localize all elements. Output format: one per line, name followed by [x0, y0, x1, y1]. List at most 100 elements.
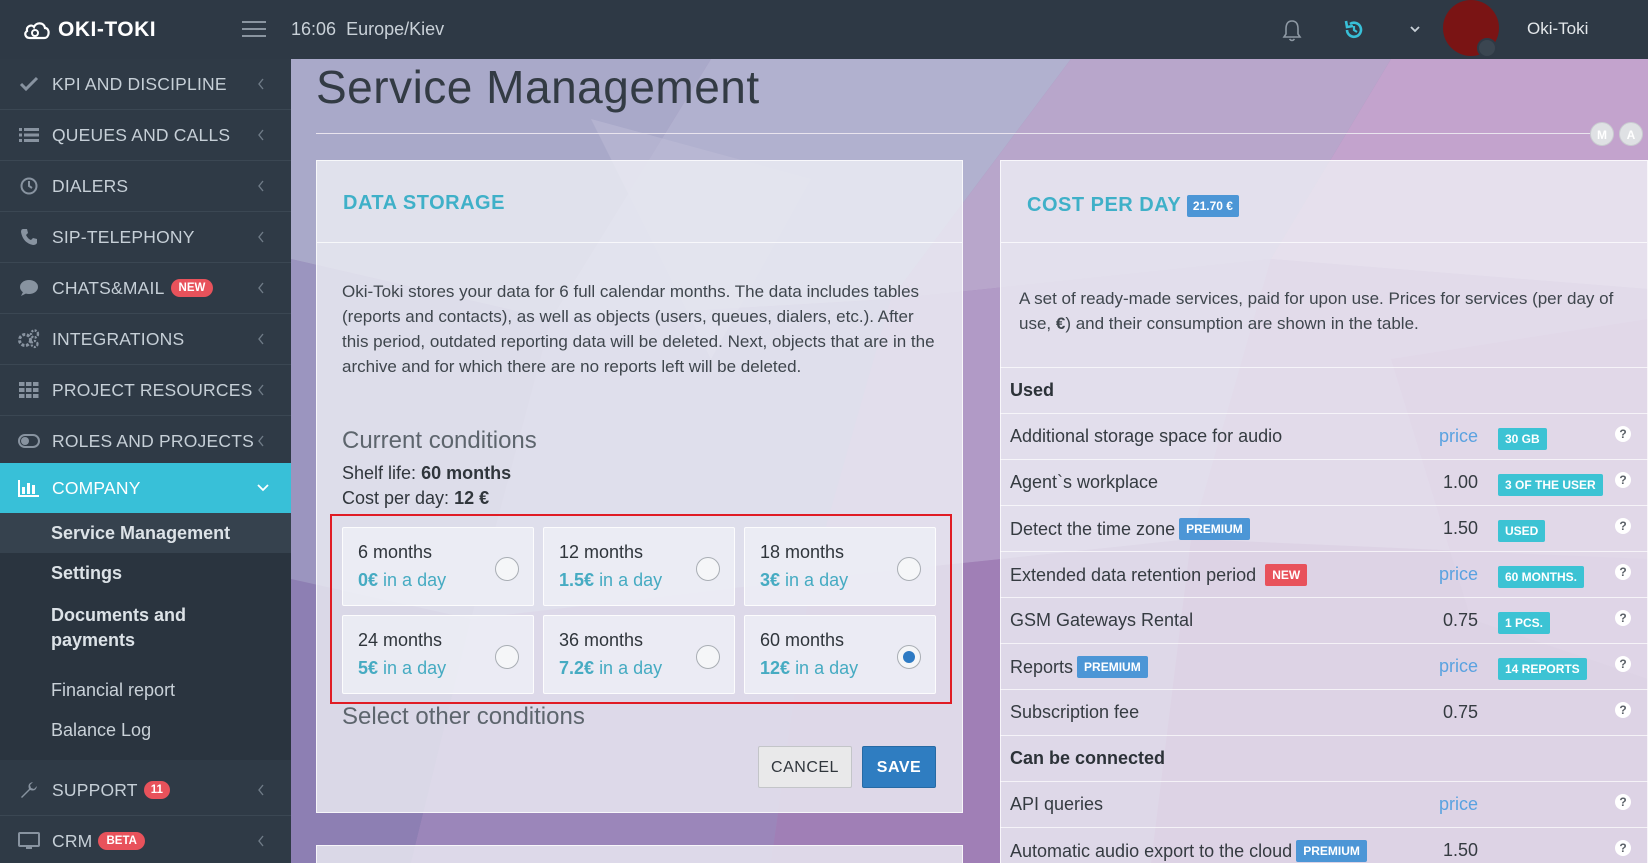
gears-icon — [18, 329, 40, 349]
service-price-link[interactable]: price — [1439, 794, 1478, 815]
sidebar-item-sip[interactable]: SIP-TELEPHONY — [0, 212, 291, 263]
help-icon[interactable]: ? — [1615, 472, 1631, 488]
submenu-financial-report[interactable]: Financial report — [51, 680, 175, 701]
option-radio[interactable] — [696, 557, 720, 581]
grid-icon — [18, 380, 40, 400]
service-name: Detect the time zone PREMIUM — [1010, 518, 1250, 540]
storage-option-12[interactable]: 12 months 1.5€ in a day — [543, 527, 735, 606]
section-can-be-connected: Can be connected — [1000, 735, 1648, 781]
sidebar-item-chats[interactable]: CHATS&MAIL NEW — [0, 263, 291, 314]
storage-option-36[interactable]: 36 months 7.2€ in a day — [543, 615, 735, 694]
circle-button-m[interactable]: M — [1590, 122, 1614, 146]
sidebar-item-roles[interactable]: ROLES AND PROJECTS — [0, 416, 291, 467]
option-radio[interactable] — [495, 557, 519, 581]
usage-chip: 3 OF THE USER — [1498, 474, 1603, 496]
service-name: Extended data retention period NEW — [1010, 564, 1308, 586]
sidebar-item-label: INTEGRATIONS — [52, 328, 185, 349]
monitor-icon — [18, 831, 40, 851]
logo[interactable]: OKI-TOKI — [22, 17, 156, 43]
chevron-down-icon[interactable] — [1408, 22, 1422, 36]
service-price-link[interactable]: price — [1439, 656, 1478, 677]
submenu-balance-log[interactable]: Balance Log — [51, 720, 151, 741]
help-icon[interactable]: ? — [1615, 656, 1631, 672]
chevron-left-icon — [258, 333, 264, 345]
select-other-conditions[interactable]: Select other conditions — [342, 703, 585, 731]
circle-button-a[interactable]: A — [1619, 122, 1643, 146]
chevron-left-icon — [258, 835, 264, 847]
sidebar-item-company[interactable]: COMPANY — [0, 463, 291, 513]
username[interactable]: Oki-Toki — [1527, 19, 1588, 39]
cost-per-day-line: Cost per day: 12 € — [342, 488, 489, 509]
chevron-left-icon — [258, 180, 264, 192]
save-button[interactable]: SAVE — [862, 746, 936, 788]
sidebar-item-label: CHATS&MAIL — [52, 277, 165, 298]
service-row: Automatic audio export to the cloud PREMI… — [1000, 827, 1648, 863]
storage-option-18[interactable]: 18 months 3€ in a day — [744, 527, 936, 606]
total-cost-badge: 21.70 € — [1186, 194, 1239, 217]
service-price: 1.50 — [1442, 518, 1478, 538]
help-icon[interactable]: ? — [1615, 702, 1631, 718]
service-name: Reports PREMIUM — [1010, 656, 1148, 678]
sidebar-item-dialers[interactable]: DIALERS — [0, 161, 291, 212]
sidebar-item-kpi[interactable]: KPI AND DISCIPLINE — [0, 59, 291, 110]
option-price: 5€ in a day — [358, 658, 447, 678]
help-icon[interactable]: ? — [1615, 794, 1631, 810]
help-icon[interactable]: ? — [1615, 518, 1631, 534]
usage-chip: 1 PCS. — [1498, 612, 1551, 634]
bell-icon[interactable] — [1281, 18, 1303, 42]
option-radio[interactable] — [495, 645, 519, 669]
cancel-button[interactable]: CANCEL — [758, 746, 852, 788]
cost-per-day-value: 12 € — [454, 488, 490, 508]
option-radio[interactable] — [696, 645, 720, 669]
storage-option-24[interactable]: 24 months 5€ in a day — [342, 615, 534, 694]
option-radio-selected[interactable] — [897, 645, 921, 669]
cloud-logo-icon — [24, 22, 50, 40]
service-price: 1.00 — [1442, 472, 1478, 492]
history-icon[interactable] — [1342, 18, 1366, 42]
option-months: 18 months — [760, 542, 845, 562]
wrench-icon — [18, 780, 40, 800]
submenu-documents[interactable]: Documents and payments — [51, 603, 251, 653]
sidebar-item-queues[interactable]: QUEUES AND CALLS — [0, 110, 291, 161]
help-icon[interactable]: ? — [1615, 610, 1631, 626]
chevron-left-icon — [258, 129, 264, 141]
sidebar-item-label: ROLES AND PROJECTS — [52, 430, 254, 451]
option-radio[interactable] — [897, 557, 921, 581]
hamburger-menu-icon[interactable] — [242, 21, 266, 38]
help-icon[interactable]: ? — [1615, 426, 1631, 442]
data-storage-description: Oki-Toki stores your data for 6 full cal… — [342, 282, 935, 376]
bar-chart-icon — [18, 478, 40, 498]
service-row: Detect the time zone PREMIUM 1.50 USED ? — [1000, 505, 1648, 551]
service-row: API queries price ? — [1000, 781, 1648, 827]
service-price-link[interactable]: price — [1439, 564, 1478, 585]
premium-tag: PREMIUM — [1296, 840, 1367, 862]
sidebar-item-support[interactable]: SUPPORT 11 — [0, 765, 291, 816]
shelf-life: Shelf life: 60 months — [342, 463, 511, 484]
sidebar-item-crm[interactable]: CRM BETA — [0, 816, 291, 863]
service-price-link[interactable]: price — [1439, 426, 1478, 447]
storage-option-6[interactable]: 6 months 0€ in a day — [342, 527, 534, 606]
option-months: 36 months — [559, 630, 644, 650]
service-row: GSM Gateways Rental 0.75 1 PCS. ? — [1000, 597, 1648, 643]
new-badge: NEW — [170, 279, 214, 297]
help-icon[interactable]: ? — [1615, 564, 1631, 580]
logo-text: OKI-TOKI — [58, 18, 157, 41]
submenu-settings[interactable]: Settings — [51, 563, 122, 584]
sidebar-item-integrations[interactable]: INTEGRATIONS — [0, 314, 291, 365]
chevron-left-icon — [258, 282, 264, 294]
help-icon[interactable]: ? — [1615, 840, 1631, 856]
chevron-left-icon — [258, 231, 264, 243]
service-row: Additional storage space for audio price… — [1000, 413, 1648, 459]
usage-chip: 60 MONTHS. — [1498, 566, 1585, 588]
cost-description: A set of ready-made services, paid for u… — [1019, 289, 1614, 333]
storage-option-60[interactable]: 60 months 12€ in a day — [744, 615, 936, 694]
support-count-badge: 11 — [143, 781, 170, 799]
service-price: 0.75 — [1442, 610, 1478, 630]
service-name: Automatic audio export to the cloud PREMI… — [1010, 840, 1367, 862]
option-price: 7.2€ in a day — [559, 658, 663, 678]
service-name: API queries — [1010, 794, 1104, 814]
sidebar-item-resources[interactable]: PROJECT RESOURCES — [0, 365, 291, 416]
chevron-left-icon — [258, 78, 264, 90]
submenu-service-management[interactable]: Service Management — [0, 513, 291, 553]
service-name: Subscription fee — [1010, 702, 1140, 722]
